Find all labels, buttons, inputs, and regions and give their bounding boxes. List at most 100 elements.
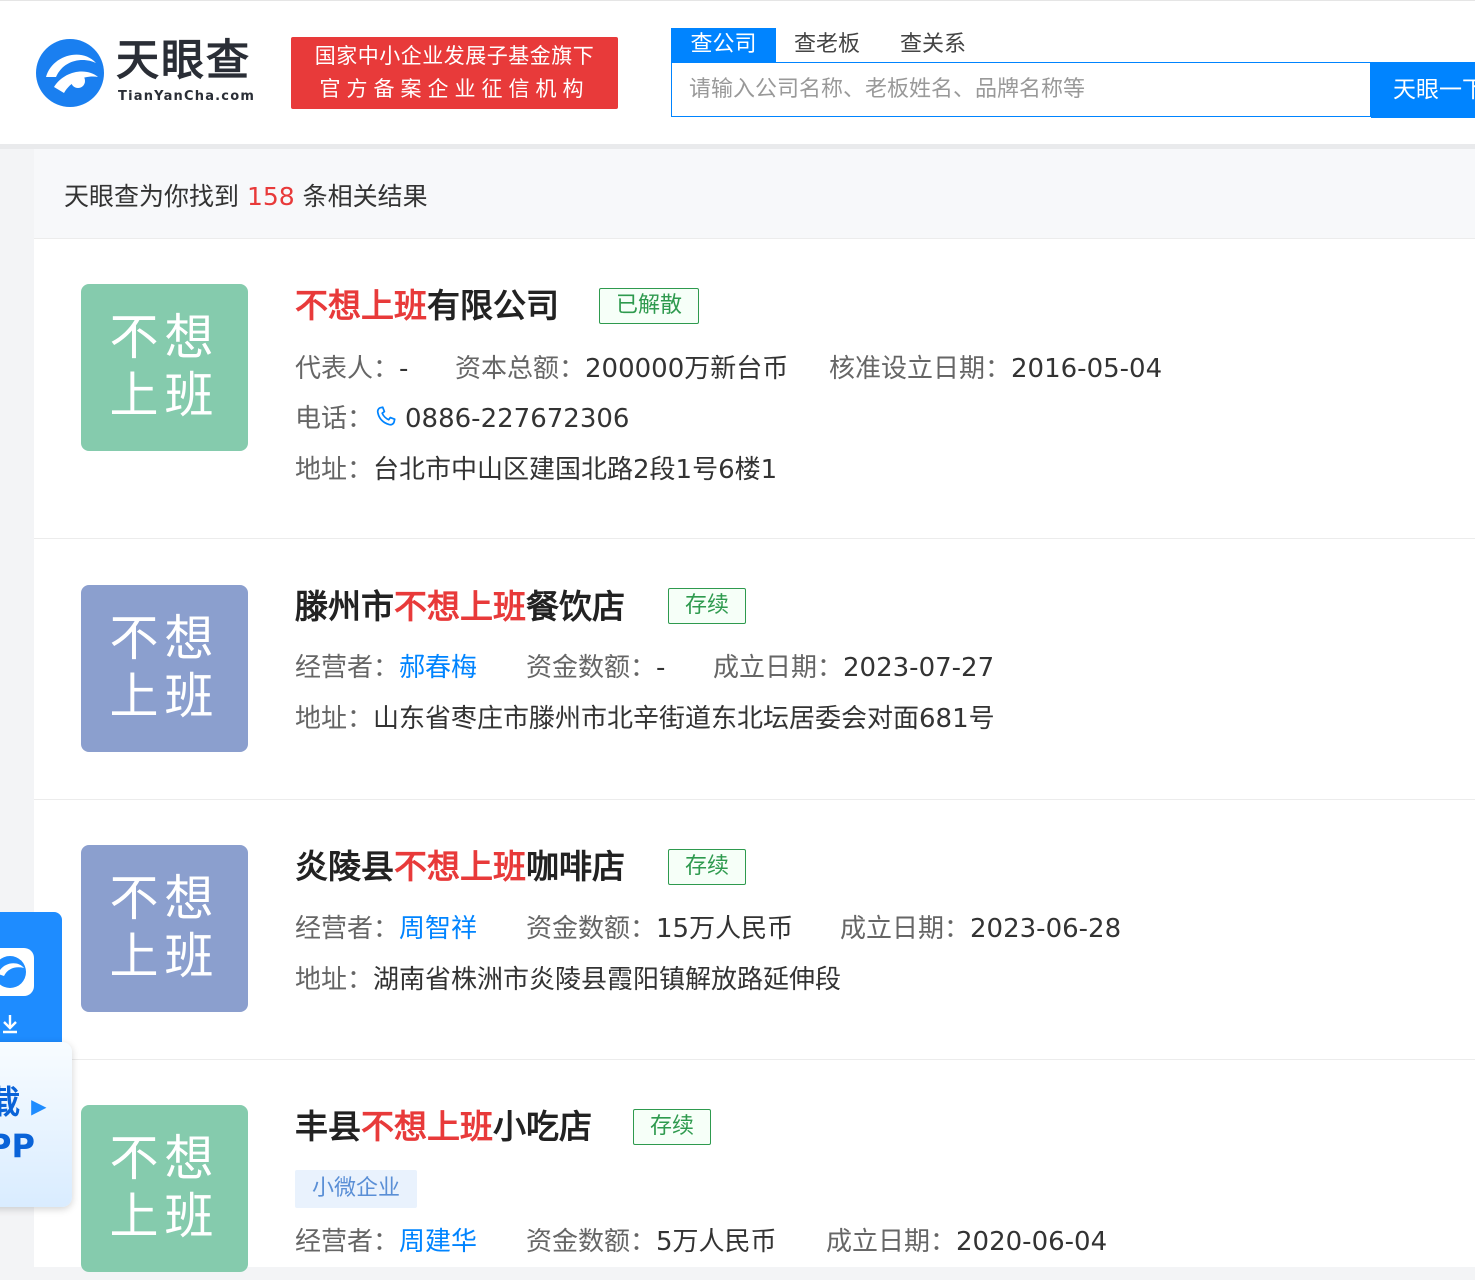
operator-field: 经营者：周智祥 [295, 913, 477, 945]
badge-line1: 国家中小企业发展子基金旗下 [314, 44, 595, 68]
play-arrow-icon: ▶ [31, 1094, 47, 1118]
app-download-text: 载 ▶ PP [0, 1082, 47, 1166]
field-label: 电话： [295, 404, 374, 434]
address-value: 山东省枣庄市滕州市北辛街道东北坛居委会对面681号 [373, 704, 995, 734]
field-label: 资金数额： [526, 1227, 657, 1257]
capital-value: 5万人民币 [656, 1227, 777, 1257]
enterprise-size-tag: 小微企业 [295, 1170, 418, 1208]
company-list-item[interactable]: 不想 上班 不想上班有限公司 已解散 代表人：- 资本总额：200000万新台币 … [34, 239, 1475, 539]
founded-date-value: 2023-06-28 [970, 914, 1122, 944]
capital-field: 资金数额：- [526, 652, 665, 684]
field-label: 地址： [295, 704, 374, 734]
operator-link[interactable]: 周智祥 [399, 914, 477, 944]
founded-date-field: 成立日期：2023-06-28 [840, 913, 1121, 945]
title-highlight: 不想上班 [394, 847, 526, 886]
app-download-panel[interactable]: 载 ▶ PP [0, 1042, 72, 1207]
company-avatar[interactable]: 不想 上班 [81, 585, 248, 752]
tab-relation[interactable]: 查关系 [883, 28, 983, 62]
capital-field: 资金数额：5万人民币 [526, 1226, 777, 1258]
capital-value: 15万人民币 [656, 914, 794, 944]
result-count-text: 天眼查为你找到 158 条相关结果 [64, 177, 428, 213]
title-highlight: 不想上班 [361, 1107, 493, 1146]
founded-date-value: 2023-07-27 [843, 653, 995, 683]
company-title[interactable]: 滕州市不想上班餐饮店 [295, 587, 625, 627]
status-badge: 存续 [633, 1109, 712, 1145]
app-qr-panel[interactable] [0, 912, 62, 1052]
field-label: 经营者： [295, 1227, 400, 1257]
company-list-item[interactable]: 不想 上班 炎陵县不想上班咖啡店 存续 经营者：周智祥 资金数额：15万人民币 成… [34, 800, 1475, 1060]
top-header: 天眼查 TianYanCha.com 国家中小企业发展子基金旗下 官方备案企业征… [0, 0, 1475, 145]
founded-date-field: 成立日期：2023-07-27 [713, 652, 994, 684]
title-highlight: 不想上班 [394, 587, 526, 626]
company-title[interactable]: 丰县不想上班小吃店 [295, 1107, 592, 1147]
phone-row: 电话： 0886-227672306 [295, 403, 629, 435]
capital-value: - [656, 653, 666, 683]
company-title[interactable]: 不想上班有限公司 [295, 286, 559, 326]
official-badge: 国家中小企业发展子基金旗下 官方备案企业征信机构 [291, 37, 618, 109]
field-label: 核准设立日期： [829, 354, 1012, 384]
field-label: 成立日期： [840, 914, 971, 944]
operator-link[interactable]: 郝春梅 [399, 653, 477, 683]
operator-link[interactable]: 周建华 [399, 1227, 477, 1257]
result-count-bar: 天眼查为你找到 158 条相关结果 [34, 149, 1475, 239]
field-label: 代表人： [295, 354, 400, 384]
title-suffix: 有限公司 [427, 286, 559, 325]
logo-eye-icon [36, 39, 104, 107]
address-value: 台北市中山区建国北路2段1号6楼1 [373, 455, 778, 485]
founded-date-field: 成立日期：2020-06-04 [826, 1226, 1107, 1258]
field-label: 资金数额： [526, 653, 657, 683]
capital-field: 资本总额：200000万新台币 [455, 353, 788, 385]
capital-value: 200000万新台币 [585, 354, 789, 384]
phone-number[interactable]: 0886-227672306 [405, 404, 629, 434]
company-avatar[interactable]: 不想 上班 [81, 284, 248, 451]
address-row: 地址：山东省枣庄市滕州市北辛街道东北坛居委会对面681号 [295, 703, 995, 735]
results-panel: 天眼查为你找到 158 条相关结果 不想 上班 不想上班有限公司 已解散 代表人：… [34, 149, 1475, 1272]
field-label: 成立日期： [713, 653, 844, 683]
company-list-item[interactable]: 不想 上班 滕州市不想上班餐饮店 存续 经营者：郝春梅 资金数额：- 成立日期：2… [34, 539, 1475, 800]
result-count-suffix: 条相关结果 [294, 182, 428, 211]
field-label: 资本总额： [455, 354, 586, 384]
app-logo-icon [0, 948, 34, 996]
status-badge: 存续 [668, 849, 747, 885]
download-icon [3, 1015, 17, 1034]
search-input[interactable] [672, 63, 1370, 116]
founded-date-value: 2020-06-04 [956, 1227, 1108, 1257]
company-avatar[interactable]: 不想 上班 [81, 845, 248, 1012]
founded-date-field: 核准设立日期：2016-05-04 [829, 353, 1162, 385]
address-row: 地址：台北市中山区建国北路2段1号6楼1 [295, 454, 777, 486]
title-suffix: 咖啡店 [526, 847, 625, 886]
operator-field: 经营者：郝春梅 [295, 652, 477, 684]
company-title[interactable]: 炎陵县不想上班咖啡店 [295, 847, 625, 887]
logo-domain: TianYanCha.com [118, 89, 256, 104]
field-label: 经营者： [295, 653, 400, 683]
field-label: 经营者： [295, 914, 400, 944]
capital-field: 资金数额：15万人民币 [526, 913, 793, 945]
field-label: 成立日期： [826, 1227, 957, 1257]
address-row: 地址：湖南省株洲市炎陵县霞阳镇解放路延伸段 [295, 964, 841, 996]
app-download-float[interactable]: 载 ▶ PP [0, 912, 72, 1212]
company-avatar[interactable]: 不想 上班 [81, 1105, 248, 1272]
search-box [671, 62, 1371, 117]
field-label: 地址： [295, 455, 374, 485]
tab-boss[interactable]: 查老板 [779, 28, 875, 62]
title-prefix: 滕州市 [295, 587, 394, 626]
phone-icon [376, 406, 396, 426]
legal-rep-field: 代表人：- [295, 353, 408, 385]
operator-field: 经营者：周建华 [295, 1226, 477, 1258]
title-prefix: 炎陵县 [295, 847, 394, 886]
legal-rep-value: - [399, 354, 409, 384]
status-badge: 存续 [668, 588, 747, 624]
tianyancha-logo[interactable]: 天眼查 TianYanCha.com [34, 37, 274, 112]
address-value: 湖南省株洲市炎陵县霞阳镇解放路延伸段 [373, 965, 842, 995]
result-count-number: 158 [246, 182, 295, 211]
search-button[interactable]: 天眼一下 [1371, 62, 1475, 118]
title-suffix: 小吃店 [493, 1107, 592, 1146]
logo-text: 天眼查 [116, 36, 251, 86]
app-download-line1: 载 [0, 1083, 21, 1121]
tab-company[interactable]: 查公司 [671, 28, 776, 62]
company-list-item[interactable]: 不想 上班 丰县不想上班小吃店 存续 小微企业 经营者：周建华 资金数额：5万人民… [34, 1060, 1475, 1280]
app-download-line2: PP [0, 1127, 35, 1165]
title-prefix: 丰县 [295, 1107, 361, 1146]
field-label: 资金数额： [526, 914, 657, 944]
title-suffix: 餐饮店 [526, 587, 625, 626]
